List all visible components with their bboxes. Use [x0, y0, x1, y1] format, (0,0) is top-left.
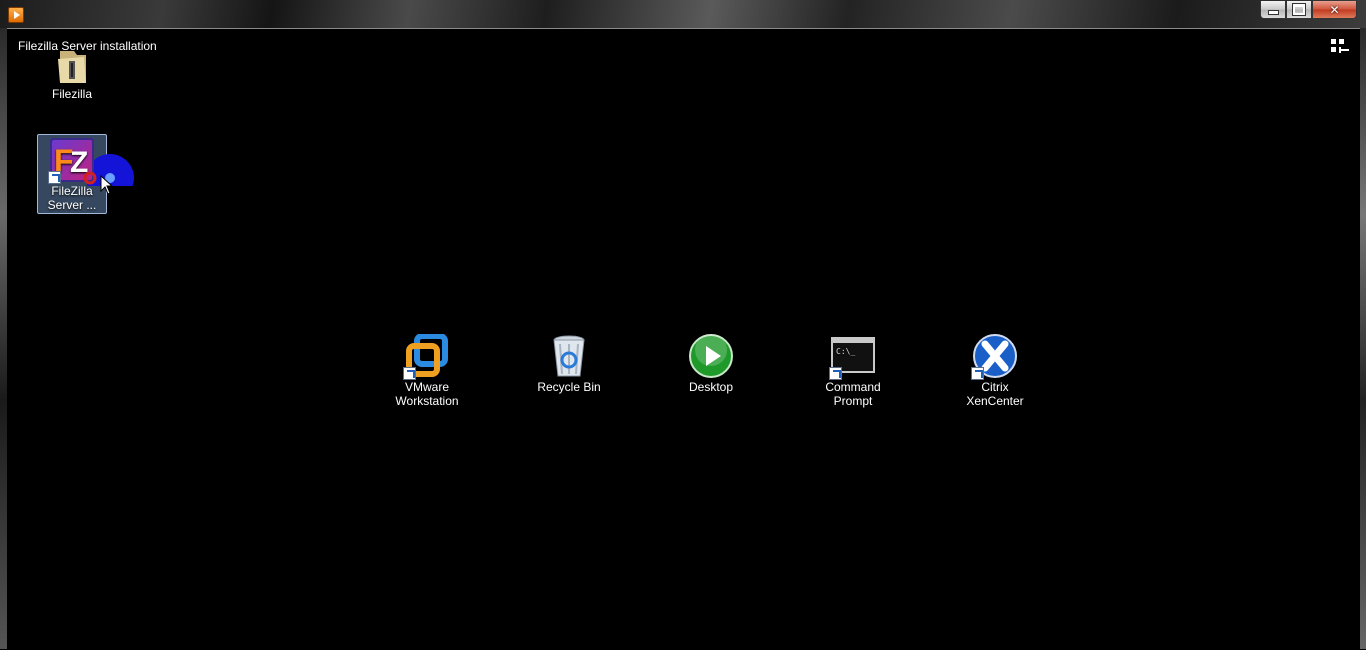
minimize-button[interactable]	[1260, 1, 1286, 19]
desktop-icon-citrix-xencenter[interactable]: Citrix XenCenter	[957, 334, 1033, 408]
play-desktop-icon	[689, 334, 733, 378]
vm-app-icon[interactable]	[8, 7, 24, 23]
window-titlebar[interactable]: ✕	[0, 0, 1366, 28]
shortcut-arrow-icon	[403, 367, 416, 380]
desktop-icon-label-line2: Prompt	[833, 394, 873, 408]
command-prompt-icon: C:\_	[829, 334, 875, 380]
window-frame-right	[1360, 28, 1366, 649]
desktop-icon-label-line1: VMware	[404, 380, 449, 394]
shortcut-arrow-icon	[48, 171, 61, 184]
desktop-icon-label-line2: XenCenter	[966, 394, 1024, 408]
caption-buttons: ✕	[1260, 1, 1357, 20]
shortcut-arrow-icon	[971, 367, 984, 380]
desktop-icon-desktop[interactable]: Desktop	[673, 334, 749, 394]
desktop-icon-label: Filezilla	[51, 87, 92, 101]
desktop-icon-vmware-workstation[interactable]: VMware Workstation	[389, 333, 465, 408]
desktop-icon-command-prompt[interactable]: C:\_ Command Prompt	[815, 334, 891, 408]
window-frame-left	[0, 28, 7, 649]
recycle-bin-icon	[547, 334, 591, 378]
minimize-icon	[1267, 10, 1279, 15]
desktop-icon-recycle-bin[interactable]: Recycle Bin	[531, 334, 607, 394]
citrix-xencenter-icon	[971, 334, 1017, 380]
shortcut-arrow-icon	[829, 367, 842, 380]
desktop-icon-label-line2: Workstation	[395, 394, 459, 408]
filezilla-server-icon: F Z	[48, 138, 134, 186]
close-icon: ✕	[1329, 2, 1340, 17]
maximize-icon	[1292, 3, 1306, 16]
desktop-icon-label-line1: Citrix	[981, 380, 1009, 394]
mouse-cursor-icon	[100, 175, 114, 195]
desktop-icon-filezilla-folder[interactable]: Filezilla	[34, 49, 110, 101]
maximize-button[interactable]	[1286, 1, 1312, 19]
vm-viewport[interactable]: Filezilla Server installation Filezilla	[7, 28, 1360, 650]
folder-icon	[50, 49, 94, 85]
desktop-icon-filezilla-server[interactable]: F Z FileZilla Server ...	[37, 134, 134, 214]
fullscreen-toggle-icon[interactable]	[1331, 39, 1349, 53]
desktop-icon-label-line1: Desktop	[688, 380, 734, 394]
desktop-icon-label-line1: Command	[825, 380, 881, 394]
desktop-icon-label-line1: Recycle Bin	[537, 380, 601, 394]
svg-text:C:\_: C:\_	[836, 347, 855, 356]
desktop-icon-label: FileZilla Server ...	[47, 184, 97, 212]
close-button[interactable]: ✕	[1312, 1, 1357, 19]
vmware-icon	[403, 333, 449, 380]
